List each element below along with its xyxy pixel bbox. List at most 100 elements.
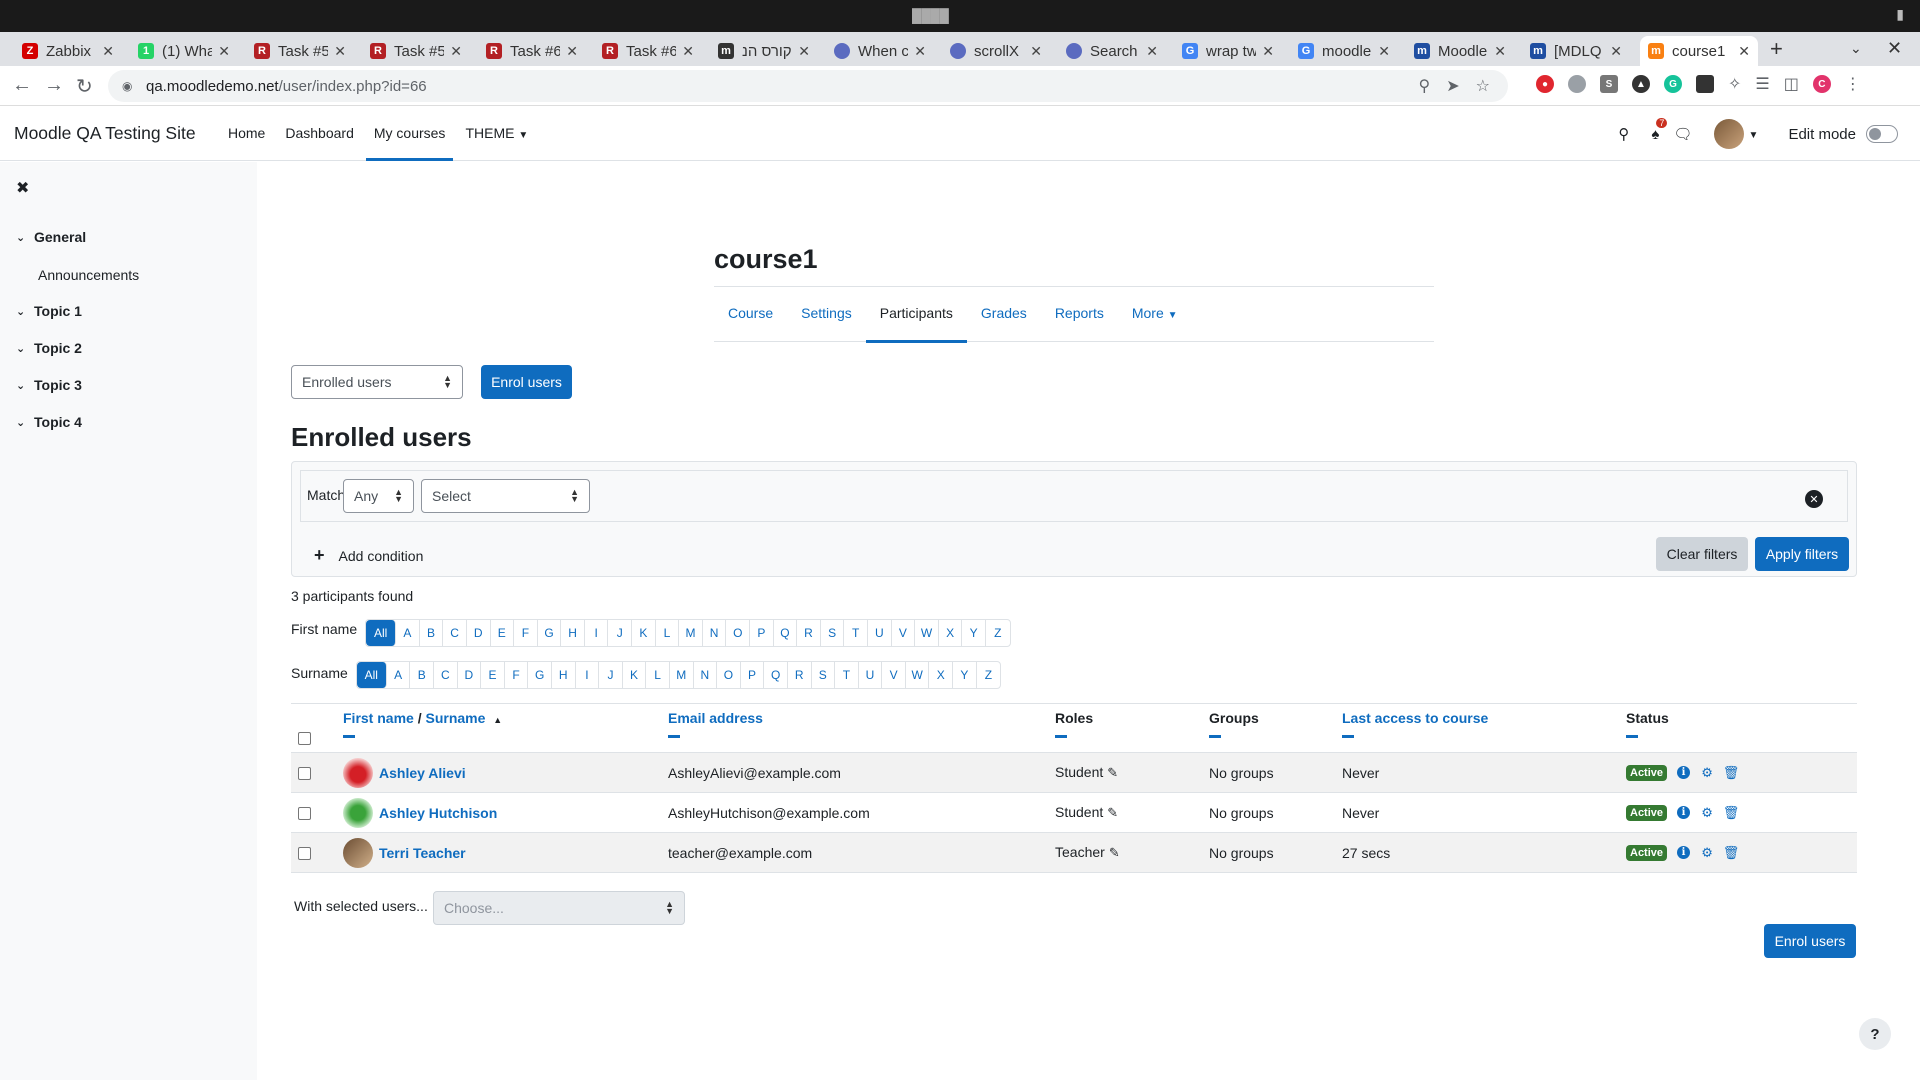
surname-initial-f[interactable]: F xyxy=(505,662,529,688)
trash-icon[interactable]: 🗑 xyxy=(1723,765,1740,780)
surname-initial-u[interactable]: U xyxy=(859,662,883,688)
tab-close-icon[interactable]: ✕ xyxy=(1610,43,1622,60)
enrol-users-button-bottom[interactable]: Enrol users xyxy=(1764,924,1856,958)
surname-initial-d[interactable]: D xyxy=(458,662,482,688)
tab-close-icon[interactable]: ✕ xyxy=(682,43,694,60)
side-panel-icon[interactable]: ◫ xyxy=(1784,74,1799,94)
surname-initial-t[interactable]: T xyxy=(835,662,859,688)
firstname-initial-f[interactable]: F xyxy=(514,620,538,646)
edit-role-pencil-icon[interactable]: ✎ xyxy=(1109,845,1120,860)
new-tab-button[interactable]: + xyxy=(1770,36,1783,62)
info-icon[interactable]: i xyxy=(1677,806,1691,819)
info-icon[interactable]: i xyxy=(1677,846,1691,859)
tab-search-chevron-icon[interactable]: ⌄ xyxy=(1850,40,1862,57)
apply-filters-button[interactable]: Apply filters xyxy=(1755,537,1849,571)
tab-participants[interactable]: Participants xyxy=(865,287,967,343)
surname-initial-l[interactable]: L xyxy=(646,662,670,688)
edit-role-pencil-icon[interactable]: ✎ xyxy=(1107,765,1118,780)
firstname-initial-u[interactable]: U xyxy=(868,620,892,646)
surname-initial-g[interactable]: G xyxy=(528,662,552,688)
surname-initial-e[interactable]: E xyxy=(481,662,505,688)
tab-close-icon[interactable]: ✕ xyxy=(450,43,462,60)
remove-filter-row-icon[interactable]: ✕ xyxy=(1805,490,1823,508)
reload-icon[interactable]: ↻ xyxy=(76,74,93,99)
extension-red-icon[interactable]: ● xyxy=(1536,75,1554,93)
forward-arrow-icon[interactable]: → xyxy=(44,74,64,97)
nav-dashboard[interactable]: Dashboard xyxy=(277,107,362,161)
reading-list-icon[interactable]: ☰ xyxy=(1755,74,1769,94)
firstname-initial-q[interactable]: Q xyxy=(774,620,798,646)
surname-initial-x[interactable]: X xyxy=(929,662,954,688)
drawer-item-announcements[interactable]: Announcements xyxy=(38,267,139,283)
tab-close-icon[interactable]: ✕ xyxy=(1378,43,1390,60)
sort-firstname-link[interactable]: First name xyxy=(343,710,414,726)
surname-initial-v[interactable]: V xyxy=(882,662,906,688)
browser-tab[interactable]: R Task #6 ✕ xyxy=(478,36,586,66)
browser-tab[interactable]: m Moodle ✕ xyxy=(1406,36,1514,66)
firstname-initial-c[interactable]: C xyxy=(443,620,467,646)
browser-tab[interactable]: R Task #5 ✕ xyxy=(362,36,470,66)
participants-view-select[interactable]: Enrolled users ▲ ▼ xyxy=(291,365,463,399)
surname-initial-s[interactable]: S xyxy=(812,662,836,688)
surname-initial-i[interactable]: I xyxy=(576,662,600,688)
extension-s-icon[interactable]: S xyxy=(1600,75,1618,93)
firstname-initial-w[interactable]: W xyxy=(915,620,939,646)
gear-icon[interactable]: ⚙ xyxy=(1700,805,1714,820)
browser-tab[interactable]: Z Zabbix ✕ xyxy=(14,36,122,66)
edit-role-pencil-icon[interactable]: ✎ xyxy=(1107,805,1118,820)
url-input[interactable]: ◉ qa.moodledemo.net/user/index.php?id=66… xyxy=(108,70,1508,102)
avatar[interactable] xyxy=(343,757,373,788)
row-checkbox[interactable] xyxy=(298,807,311,821)
collapse-column-icon[interactable] xyxy=(1055,735,1067,738)
browser-tab[interactable]: When c ✕ xyxy=(826,36,934,66)
firstname-initial-g[interactable]: G xyxy=(538,620,562,646)
surname-initial-q[interactable]: Q xyxy=(764,662,788,688)
browser-tab[interactable]: 1 (1) What ✕ xyxy=(130,36,238,66)
site-brand[interactable]: Moodle QA Testing Site xyxy=(14,123,196,144)
sort-email-link[interactable]: Email address xyxy=(668,710,763,726)
tab-close-icon[interactable]: ✕ xyxy=(1146,43,1158,60)
nav-my-courses[interactable]: My courses xyxy=(365,107,454,161)
info-icon[interactable]: i xyxy=(1677,766,1691,779)
nav-theme[interactable]: THEME ▼ xyxy=(457,107,536,161)
search-icon[interactable]: ⚲ xyxy=(1618,125,1629,143)
user-menu[interactable]: ▼ xyxy=(1714,119,1758,149)
firstname-initial-k[interactable]: K xyxy=(632,620,656,646)
bookmark-star-icon[interactable]: ☆ xyxy=(1476,76,1490,96)
tab-close-icon[interactable]: ✕ xyxy=(914,43,926,60)
browser-tab[interactable]: Gmoodle ✕ xyxy=(1290,36,1398,66)
firstname-initial-all[interactable]: All xyxy=(366,620,397,646)
extension-cube-icon[interactable] xyxy=(1696,75,1714,93)
close-drawer-icon[interactable]: ✖ xyxy=(16,178,29,198)
tab-grades[interactable]: Grades xyxy=(967,287,1041,343)
tab-close-icon[interactable]: ✕ xyxy=(1494,43,1506,60)
drawer-section-topic-2[interactable]: ⌄ Topic 2 xyxy=(16,340,82,356)
site-info-icon[interactable]: ◉ xyxy=(122,79,136,93)
firstname-initial-m[interactable]: M xyxy=(679,620,703,646)
firstname-initial-s[interactable]: S xyxy=(821,620,845,646)
tab-more[interactable]: More ▼ xyxy=(1118,287,1192,343)
grammarly-icon[interactable]: G xyxy=(1664,75,1682,93)
tab-close-icon[interactable]: ✕ xyxy=(102,43,114,60)
drawer-section-general[interactable]: ⌄ General xyxy=(16,229,86,245)
drawer-section-topic-1[interactable]: ⌄ Topic 1 xyxy=(16,303,82,319)
back-arrow-icon[interactable]: ← xyxy=(12,74,32,97)
firstname-initial-p[interactable]: P xyxy=(750,620,774,646)
extension-flame-icon[interactable]: ▲ xyxy=(1632,75,1650,93)
browser-tab[interactable]: Search ✕ xyxy=(1058,36,1166,66)
bulk-action-select[interactable]: Choose... ▲ ▼ xyxy=(433,891,685,925)
surname-initial-a[interactable]: A xyxy=(387,662,411,688)
surname-initial-w[interactable]: W xyxy=(906,662,930,688)
firstname-initial-o[interactable]: O xyxy=(726,620,751,646)
notifications-bell-icon[interactable]: ♠ 7 xyxy=(1651,117,1668,143)
tab-reports[interactable]: Reports xyxy=(1041,287,1118,343)
surname-initial-n[interactable]: N xyxy=(694,662,718,688)
drawer-section-topic-3[interactable]: ⌄ Topic 3 xyxy=(16,377,82,393)
tab-close-icon[interactable]: ✕ xyxy=(566,43,578,60)
tab-course[interactable]: Course xyxy=(714,287,787,343)
firstname-initial-v[interactable]: V xyxy=(892,620,916,646)
browser-tab[interactable]: Gwrap tw ✕ xyxy=(1174,36,1282,66)
tab-close-icon[interactable]: ✕ xyxy=(218,43,230,60)
send-icon[interactable]: ➤ xyxy=(1446,76,1459,96)
surname-initial-b[interactable]: B xyxy=(410,662,434,688)
